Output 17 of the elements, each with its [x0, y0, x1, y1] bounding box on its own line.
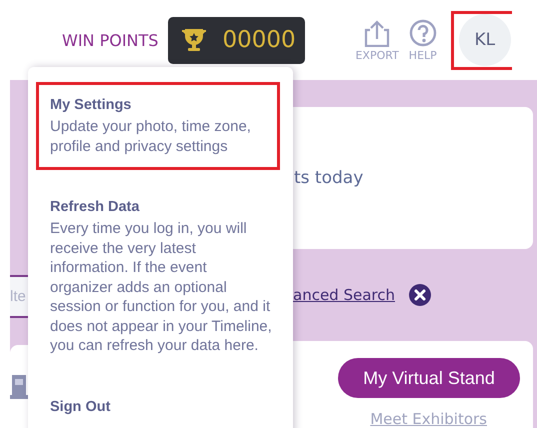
menu-item-title: My Settings — [50, 97, 132, 113]
help-icon — [408, 18, 437, 46]
menu-item-description: Update your photo, time zone, profile and privacy settings — [50, 117, 252, 156]
win-points-label: WIN POINTS — [62, 30, 158, 50]
advanced-search-link[interactable]: anced Search — [293, 286, 395, 304]
menu-item[interactable]: Sign Out — [36, 384, 280, 428]
trophy-icon — [180, 27, 208, 53]
points-value: 00000 — [222, 27, 296, 53]
avatar-button[interactable]: KL — [458, 14, 511, 66]
share-icon — [363, 18, 392, 46]
close-icon[interactable] — [409, 284, 431, 306]
virtual-stand-button[interactable]: My Virtual Stand — [338, 358, 520, 398]
menu-item-title: Refresh Data — [50, 199, 140, 215]
menu-item-description: Every time you log in, you will receive the very latest information. If the event organizer adds an optional session or function for you, and it does not appear in your Timeline, you can refresh your data here. — [50, 219, 272, 356]
menu-item-title: Sign Out — [50, 398, 112, 414]
menu-item[interactable]: My Settings Update your photo, time zone, profile and privacy settings — [36, 82, 280, 170]
summary-text: ts today — [294, 168, 364, 188]
